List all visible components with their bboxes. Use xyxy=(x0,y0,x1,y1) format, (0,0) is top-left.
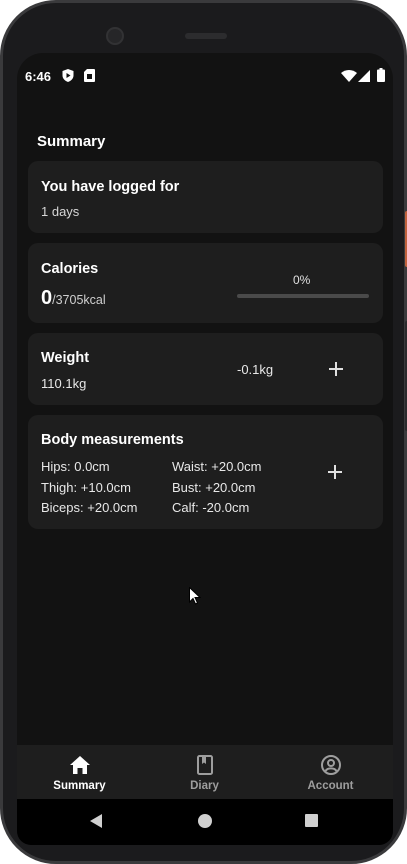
book-icon xyxy=(196,755,213,775)
plus-icon xyxy=(328,465,342,479)
home-circle-icon[interactable] xyxy=(198,814,212,828)
body-measurements-card[interactable]: Body measurements Hips: 0.0cm Waist: +20… xyxy=(28,415,383,529)
calories-amount: 0/3705kcal xyxy=(41,287,106,310)
status-time: 6:46 xyxy=(25,69,52,84)
calories-consumed: 0 xyxy=(41,287,53,309)
calories-goal: /3705kcal xyxy=(52,293,106,307)
play-protect-icon xyxy=(62,69,74,82)
nav-item-diary[interactable]: Diary xyxy=(142,745,267,799)
earpiece-speaker xyxy=(185,33,227,39)
account-circle-icon xyxy=(320,755,341,775)
mouse-cursor-icon xyxy=(189,587,201,605)
app-screen: 6:46 Summary You have logged for 1 days … xyxy=(17,53,393,845)
weight-change: -0.1kg xyxy=(237,362,274,377)
add-measurement-button[interactable] xyxy=(320,457,350,487)
measurement-biceps: Biceps: +20.0cm xyxy=(41,500,138,515)
nav-label-diary: Diary xyxy=(190,780,219,792)
phone-frame: 6:46 Summary You have logged for 1 days … xyxy=(0,0,407,864)
cellular-signal-icon xyxy=(358,70,370,82)
front-camera xyxy=(106,27,124,45)
body-measurements-title: Body measurements xyxy=(41,432,184,448)
weight-card[interactable]: Weight 110.1kg -0.1kg xyxy=(28,333,383,405)
measurement-bust: Bust: +20.0cm xyxy=(172,480,256,495)
weight-title: Weight xyxy=(41,350,90,366)
logged-days-card: You have logged for 1 days xyxy=(28,161,383,233)
wifi-icon xyxy=(341,70,357,82)
back-icon[interactable] xyxy=(90,814,102,828)
logged-days-title: You have logged for xyxy=(41,179,180,195)
nav-label-account: Account xyxy=(307,780,354,792)
measurement-calf: Calf: -20.0cm xyxy=(172,500,250,515)
calories-card[interactable]: Calories 0/3705kcal 0% xyxy=(28,243,383,323)
add-weight-button[interactable] xyxy=(321,354,351,384)
nav-item-account[interactable]: Account xyxy=(268,745,393,799)
battery-icon xyxy=(377,68,385,82)
sim-card-icon xyxy=(84,69,95,82)
page-title: Summary xyxy=(37,133,106,150)
calories-title: Calories xyxy=(41,261,99,277)
bottom-navigation: Summary Diary Account xyxy=(17,745,393,799)
weight-value: 110.1kg xyxy=(41,376,87,391)
measurement-hips: Hips: 0.0cm xyxy=(41,459,110,474)
nav-label-summary: Summary xyxy=(53,780,106,792)
logged-days-value: 1 days xyxy=(41,204,80,219)
calories-progress-bar xyxy=(237,294,369,298)
plus-icon xyxy=(329,362,343,376)
system-navigation-bar xyxy=(17,799,393,845)
home-icon xyxy=(69,756,90,774)
measurement-waist: Waist: +20.0cm xyxy=(172,459,262,474)
recents-icon[interactable] xyxy=(305,814,318,827)
nav-item-summary[interactable]: Summary xyxy=(17,745,142,799)
status-bar: 6:46 xyxy=(17,53,393,101)
measurement-thigh: Thigh: +10.0cm xyxy=(41,480,131,495)
calories-percent: 0% xyxy=(293,273,311,287)
